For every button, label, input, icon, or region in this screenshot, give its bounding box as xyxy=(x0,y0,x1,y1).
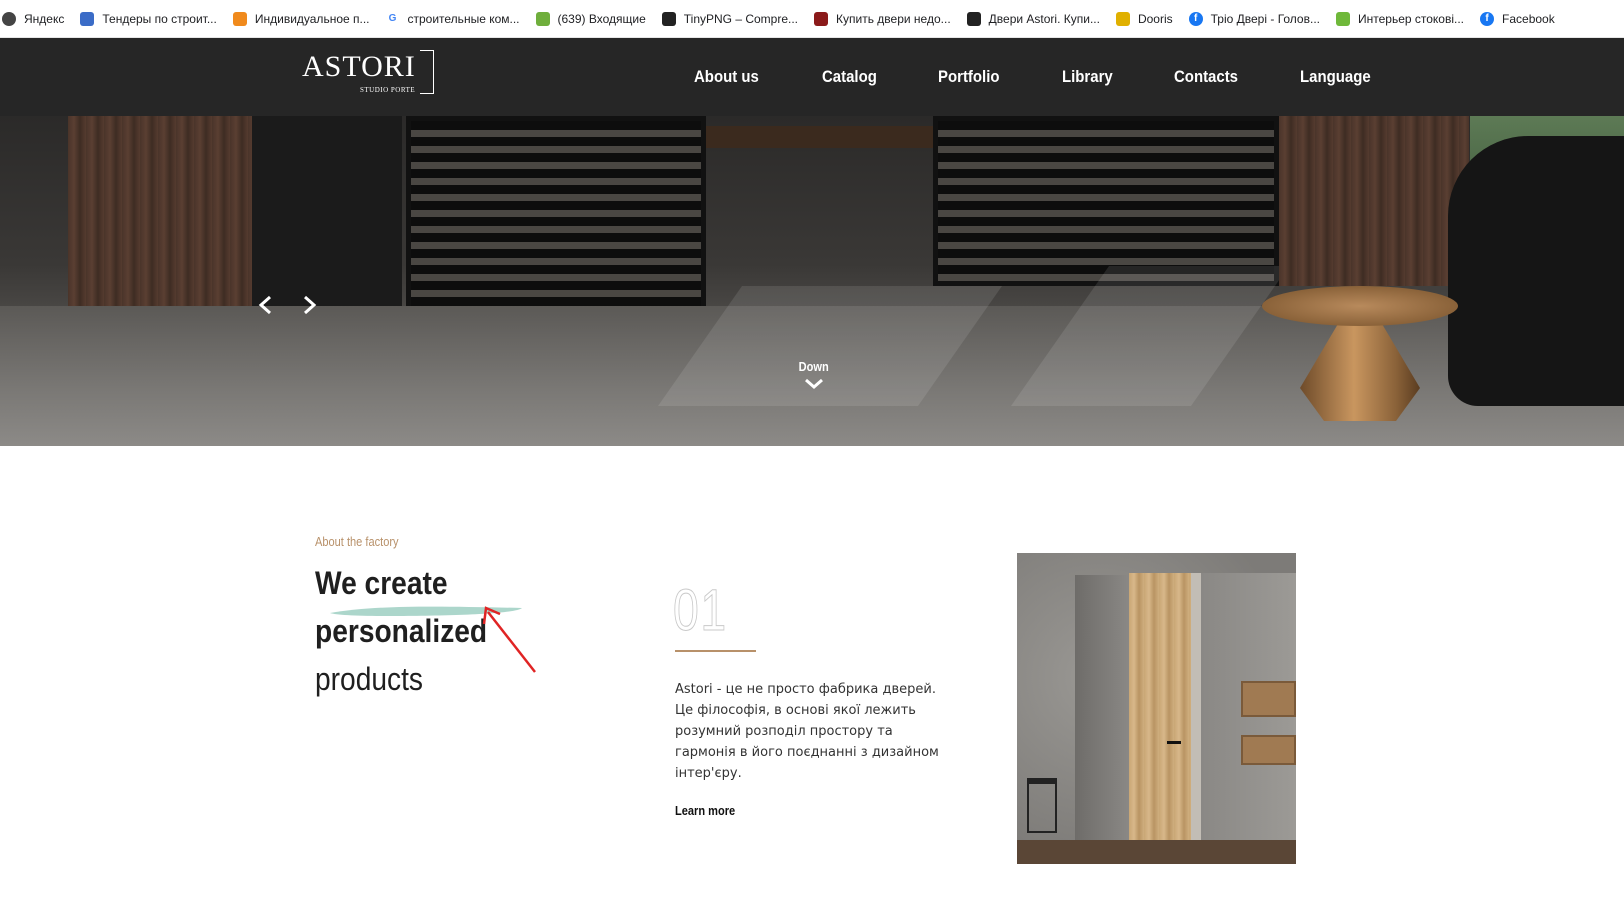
chair xyxy=(1027,778,1057,833)
bookmark-item[interactable]: f Тріо Двері - Голов... xyxy=(1188,11,1329,26)
photo-floor xyxy=(1017,840,1296,864)
wall-shelf xyxy=(1241,735,1296,765)
down-label: Down xyxy=(798,359,830,374)
slider-next-icon[interactable] xyxy=(298,294,320,316)
bookmark-label: Тріо Двері - Голов... xyxy=(1210,11,1320,26)
about-title-line2: products xyxy=(315,661,424,697)
scroll-down-button[interactable]: Down xyxy=(784,358,844,391)
bookmarks-bar: Яндекс Тендеры по строит... Индивидуальное… xyxy=(0,0,1624,38)
logo-text: ASTORI xyxy=(302,50,416,83)
bookmark-label: Купить двери недо... xyxy=(836,11,951,26)
bookmark-item[interactable]: f Facebook xyxy=(1480,11,1564,26)
nav-contacts[interactable]: Contacts xyxy=(1174,67,1238,87)
about-title-line1: We create personalized xyxy=(315,565,488,649)
nav-library[interactable]: Library xyxy=(1062,67,1113,87)
bookmark-item[interactable]: Купить двери недо... xyxy=(814,11,960,26)
bookmark-item[interactable]: Dooris xyxy=(1115,11,1182,26)
bookmark-label: строительные ком... xyxy=(407,11,520,26)
site-header: ASTORI STUDIO PORTE About us Catalog Por… xyxy=(0,38,1624,116)
bookmark-item[interactable]: (639) Входящие xyxy=(535,11,655,26)
main-nav: About us Catalog Portfolio Library Conta… xyxy=(694,38,1435,116)
bookmark-label: Индивидуальное п... xyxy=(254,11,370,26)
grey-panel xyxy=(1075,575,1129,850)
nav-about-us[interactable]: About us xyxy=(694,67,759,87)
accent-divider xyxy=(675,650,756,652)
logo-bracket xyxy=(420,50,434,94)
wall-shelf xyxy=(1241,681,1296,717)
door-handle xyxy=(1167,741,1181,744)
mail-icon xyxy=(535,11,550,26)
google-icon: G xyxy=(388,13,397,24)
yandex-icon xyxy=(2,11,16,26)
about-description: Astori - це не просто фабрика дверей. Це… xyxy=(675,682,939,781)
bookmark-item[interactable]: Двери Astori. Купи... xyxy=(966,11,1109,26)
facebook-icon: f xyxy=(1188,11,1203,26)
bookmark-item[interactable]: Индивидуальное п... xyxy=(232,11,379,26)
wood-panel-right xyxy=(1279,116,1469,286)
bookmark-label: Facebook xyxy=(1502,11,1555,26)
bookmark-item[interactable]: Яндекс xyxy=(2,11,73,26)
slider-prev-icon[interactable] xyxy=(255,294,277,316)
tender-icon xyxy=(80,11,95,26)
bookmark-label: Интерьер стокові... xyxy=(1357,11,1465,26)
annotation-arrow-icon xyxy=(482,606,536,673)
dooris-icon xyxy=(1115,11,1130,26)
cloud-icon xyxy=(232,11,247,26)
hero-slider: Down xyxy=(0,116,1624,446)
door-edge xyxy=(1191,573,1201,850)
facebook-icon: f xyxy=(1480,11,1495,26)
about-eyebrow: About the factory xyxy=(315,534,399,549)
learn-more-link[interactable]: Learn more xyxy=(675,803,735,818)
bookmark-label: Двери Astori. Купи... xyxy=(988,11,1100,26)
bookmark-item[interactable]: TinyPNG – Compre... xyxy=(661,11,807,26)
chevron-down-icon xyxy=(805,378,823,389)
door-product-image xyxy=(1017,553,1296,864)
section-number: 01 xyxy=(673,578,728,644)
bookmark-label: Яндекс xyxy=(24,11,65,26)
bookmark-item[interactable]: Интерьер стокові... xyxy=(1335,11,1473,26)
bookmark-label: (639) Входящие xyxy=(557,11,646,26)
nav-catalog[interactable]: Catalog xyxy=(822,67,877,87)
nav-portfolio[interactable]: Portfolio xyxy=(938,67,1000,87)
bookmark-item[interactable]: Тендеры по строит... xyxy=(80,11,226,26)
panda-icon xyxy=(661,11,676,26)
bookmark-label: Тендеры по строит... xyxy=(102,11,217,26)
nav-language[interactable]: Language xyxy=(1300,67,1371,87)
bookmark-label: TinyPNG – Compre... xyxy=(683,11,799,26)
slatted-partition-right xyxy=(933,116,1279,286)
bookmark-item[interactable]: Gстроительные ком... xyxy=(386,12,529,26)
interior-icon xyxy=(1335,11,1350,26)
door-icon xyxy=(814,11,829,26)
wooden-door xyxy=(1129,573,1191,850)
astori-logo[interactable]: ASTORI STUDIO PORTE xyxy=(302,46,434,94)
astori-icon xyxy=(966,11,981,26)
logo-subtitle: STUDIO PORTE xyxy=(360,86,416,94)
side-table-top xyxy=(1262,286,1458,326)
slatted-partition-left xyxy=(406,116,706,316)
armchair xyxy=(1448,136,1624,406)
bookmark-label: Dooris xyxy=(1137,11,1173,26)
about-title: We create personalized products xyxy=(315,559,614,703)
